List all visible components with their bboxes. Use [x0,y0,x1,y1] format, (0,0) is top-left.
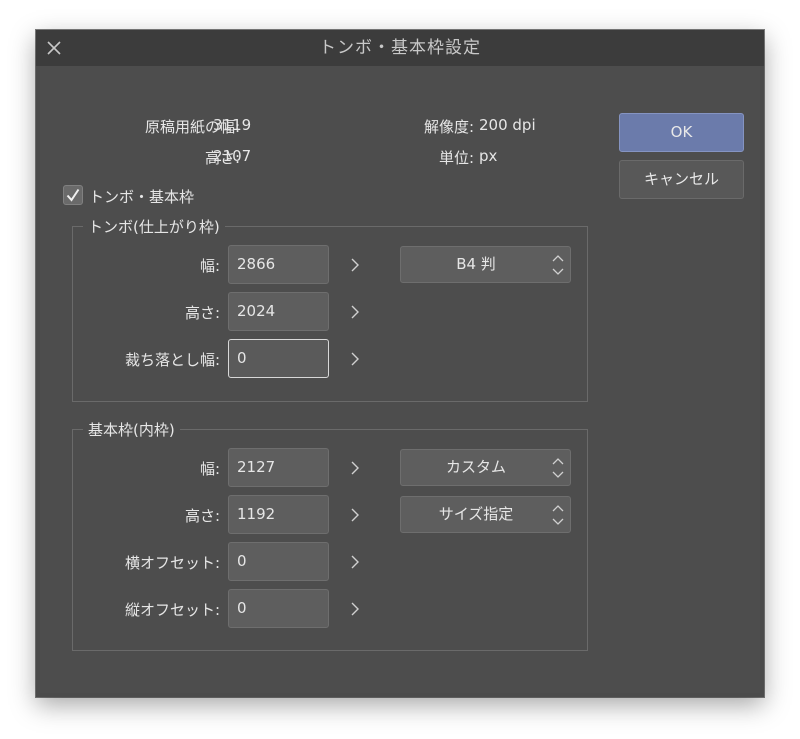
h-offset-arrow-button[interactable] [345,550,365,574]
frame-height-label: 高さ: [184,507,220,525]
cancel-button[interactable]: キャンセル [619,160,744,199]
chevron-right-icon [351,352,359,366]
frame-size-spec-select[interactable]: サイズ指定 [400,496,571,533]
trim-height-arrow-button[interactable] [345,300,365,324]
frame-width-input[interactable]: 2127 [228,448,329,487]
frame-preset-value: カスタム [445,458,506,476]
chevron-right-icon [351,508,359,522]
frame-size-spec-value: サイズ指定 [438,505,514,523]
unit-value: px [479,147,498,165]
dialog-window: トンボ・基本枠設定 原稿用紙の幅: 3119 高さ: 2107 解像度: 200… [36,30,764,697]
bleed-width-label: 裁ち落とし幅: [124,351,220,369]
v-offset-arrow-button[interactable] [345,597,365,621]
chevron-right-icon [351,555,359,569]
h-offset-label: 横オフセット: [124,554,220,572]
h-offset-input[interactable]: 0 [228,542,329,581]
chevron-up-down-icon [552,255,564,275]
chevron-right-icon [351,258,359,272]
ok-button[interactable]: OK [619,113,744,152]
dialog-title: トンボ・基本枠設定 [319,38,481,58]
chevron-up-down-icon [552,505,564,525]
crop-marks-checkbox-label: トンボ・基本枠 [89,188,195,206]
bleed-width-input[interactable]: 0 [228,339,329,378]
paper-width-value: 3119 [213,116,252,134]
title-bar: トンボ・基本枠設定 [36,30,764,66]
chevron-right-icon [351,602,359,616]
paper-height-value: 2107 [213,147,252,165]
trim-height-input[interactable]: 2024 [228,292,329,331]
frame-group-legend: 基本枠(内枠) [83,419,180,440]
trim-preset-select[interactable]: B4 判 [400,246,571,283]
trim-height-label: 高さ: [184,304,220,322]
chevron-up-down-icon [552,458,564,478]
frame-width-arrow-button[interactable] [345,456,365,480]
unit-label: 単位: [438,149,474,167]
trim-group-legend: トンボ(仕上がり枠) [83,216,225,237]
trim-width-label: 幅: [199,257,220,275]
dialog-content: 原稿用紙の幅: 3119 高さ: 2107 解像度: 200 dpi 単位: p… [40,66,760,693]
frame-width-label: 幅: [199,460,220,478]
v-offset-label: 縦オフセット: [124,601,220,619]
chevron-right-icon [351,305,359,319]
trim-width-input[interactable]: 2866 [228,245,329,284]
frame-height-arrow-button[interactable] [345,503,365,527]
checkmark-icon [66,188,80,202]
trim-preset-value: B4 判 [456,255,496,273]
frame-height-input[interactable]: 1192 [228,495,329,534]
chevron-right-icon [351,461,359,475]
resolution-value: 200 dpi [479,116,536,134]
crop-marks-checkbox[interactable] [63,185,83,205]
v-offset-input[interactable]: 0 [228,589,329,628]
frame-preset-select[interactable]: カスタム [400,449,571,486]
trim-width-arrow-button[interactable] [345,253,365,277]
resolution-label: 解像度: [423,118,474,136]
bleed-width-arrow-button[interactable] [345,347,365,371]
